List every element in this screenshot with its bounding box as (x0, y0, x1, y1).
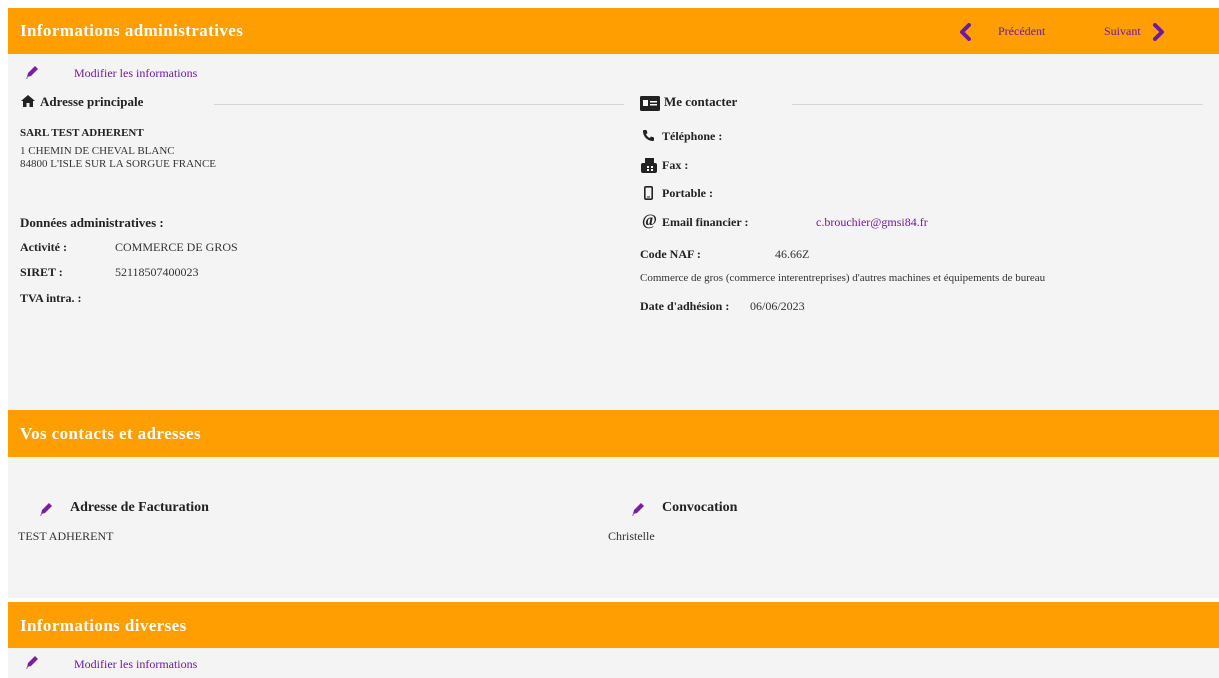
tva-label: TVA intra. : (20, 291, 82, 305)
section-header-misc: Informations diverses (8, 602, 1219, 648)
section-title: Informations diverses (20, 616, 187, 635)
activity-label: Activité : (20, 240, 67, 254)
join-date-label: Date d'adhésion : (640, 299, 730, 313)
company-name: SARL TEST ADHERENT (20, 127, 144, 139)
join-date-value: 06/06/2023 (750, 299, 805, 313)
mobile-label: Portable : (662, 186, 713, 200)
chevron-left-icon[interactable] (958, 23, 972, 41)
pencil-icon[interactable] (630, 501, 646, 517)
section-title: Informations administratives (20, 21, 244, 40)
contact-heading: Me contacter (664, 94, 738, 109)
billing-address-value: TEST ADHERENT (18, 529, 114, 543)
section-header-contacts: Vos contacts et adresses (8, 410, 1219, 457)
email-label: Email financier : (662, 215, 749, 229)
admin-data-heading: Données administratives : (20, 215, 164, 230)
address-line-2: 84800 L'ISLE SUR LA SORGUE FRANCE (20, 158, 217, 170)
section-panel-admin: Modifier les informations Adresse princi… (8, 54, 1219, 410)
section-header-admin: Informations administratives Précédent S… (8, 8, 1219, 54)
fax-icon (640, 158, 657, 173)
phone-label: Téléphone : (662, 129, 723, 143)
naf-label: Code NAF : (640, 247, 701, 261)
at-icon: @ (642, 212, 657, 229)
naf-value: 46.66Z (775, 247, 810, 261)
contact-card-icon (640, 96, 660, 111)
section-panel-contacts: Adresse de Facturation TEST ADHERENT Con… (8, 457, 1219, 598)
convocation-value: Christelle (608, 529, 655, 543)
siret-value: 52118507400023 (115, 265, 199, 279)
pencil-icon[interactable] (38, 501, 54, 517)
chevron-right-icon[interactable] (1152, 23, 1166, 41)
section-title: Vos contacts et adresses (20, 424, 202, 443)
convocation-heading: Convocation (662, 500, 738, 515)
address-line-1: 1 CHEMIN DE CHEVAL BLANC (20, 145, 175, 157)
phone-icon (642, 129, 655, 142)
siret-label: SIRET : (20, 265, 63, 279)
billing-address-heading: Adresse de Facturation (70, 500, 209, 515)
address-heading: Adresse principale (40, 94, 144, 109)
divider (214, 104, 624, 105)
activity-value: COMMERCE DE GROS (115, 240, 238, 254)
home-icon (20, 94, 36, 108)
mobile-icon (644, 186, 653, 200)
pencil-icon[interactable] (24, 654, 40, 670)
edit-info-link[interactable]: Modifier les informations (74, 657, 197, 672)
divider (792, 104, 1203, 105)
next-link[interactable]: Suivant (1104, 24, 1141, 39)
previous-link[interactable]: Précédent (998, 24, 1045, 39)
fax-label: Fax : (662, 158, 689, 172)
pencil-icon[interactable] (24, 64, 40, 80)
edit-info-link[interactable]: Modifier les informations (74, 66, 197, 81)
email-link[interactable]: c.brouchier@gmsi84.fr (816, 215, 928, 230)
section-panel-misc: Modifier les informations (8, 648, 1219, 678)
naf-description: Commerce de gros (commerce interentrepri… (640, 272, 1046, 284)
